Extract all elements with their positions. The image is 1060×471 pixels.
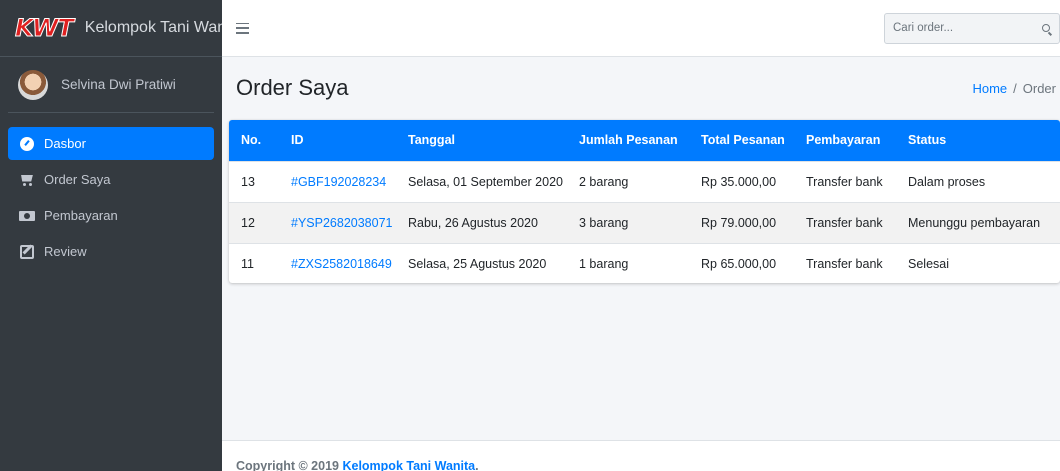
- sidebar-item-label: Review: [44, 244, 87, 259]
- orders-card: No. ID Tanggal Jumlah Pesanan Total Pesa…: [229, 120, 1060, 283]
- search-icon: [1042, 24, 1050, 32]
- cell-status: Menunggu pembayaran: [908, 215, 1041, 230]
- search-button[interactable]: [1033, 14, 1059, 43]
- cell-jumlah: 3 barang: [579, 215, 629, 230]
- cell-tanggal: Selasa, 25 Agustus 2020: [408, 256, 547, 271]
- cell-id: #ZXS2582018649: [279, 243, 396, 283]
- cell-jumlah: 1 barang: [579, 256, 629, 271]
- brand-logo: KWT: [15, 14, 75, 43]
- cell-pembayaran: Transfer bank: [806, 215, 883, 230]
- cell-total: Rp 35.000,00: [701, 174, 777, 189]
- cell-pembayaran: Transfer bank: [806, 174, 883, 189]
- cell-no: 11: [241, 256, 254, 271]
- cell-no: 12: [241, 215, 255, 230]
- breadcrumb-home-link[interactable]: Home: [972, 81, 1007, 96]
- table-header-row: No. ID Tanggal Jumlah Pesanan Total Pesa…: [229, 120, 1060, 161]
- search-input[interactable]: [885, 22, 1033, 34]
- sidebar: KWT Kelompok Tani Wanita Selvina Dwi Pra…: [0, 0, 222, 471]
- orders-table: No. ID Tanggal Jumlah Pesanan Total Pesa…: [229, 120, 1060, 283]
- order-id-link[interactable]: #YSP2682038071: [291, 216, 392, 230]
- column-header-no: No.: [241, 133, 262, 148]
- footer-link[interactable]: Kelompok Tani Wanita: [342, 459, 475, 471]
- sidebar-item-label: Dasbor: [44, 136, 86, 151]
- brand-link[interactable]: KWT Kelompok Tani Wanita: [0, 0, 222, 57]
- cell-total: Rp 65.000,00: [701, 256, 777, 271]
- cell-pembayaran: Transfer bank: [806, 256, 883, 271]
- dashboard-icon: [18, 136, 36, 151]
- column-header-tanggal: Tanggal: [408, 133, 455, 148]
- search-box: [884, 12, 1060, 44]
- column-header-id: ID: [291, 133, 304, 148]
- breadcrumb: Home / Order: [972, 81, 1056, 96]
- footer-copyright: Copyright © 2019: [236, 459, 343, 471]
- order-id-link[interactable]: #ZXS2582018649: [291, 257, 392, 271]
- money-bill-icon: [18, 210, 36, 221]
- edit-icon: [18, 244, 36, 259]
- cell-jumlah: 2 barang: [579, 174, 629, 189]
- cell-tanggal: Selasa, 01 September 2020: [408, 174, 563, 189]
- sidebar-item-review[interactable]: Review: [8, 235, 214, 268]
- sidebar-item-label: Pembayaran: [44, 208, 118, 223]
- cell-id: #GBF192028234: [279, 161, 396, 202]
- cell-tanggal: Rabu, 26 Agustus 2020: [408, 215, 538, 230]
- table-row: 13 #GBF192028234 Selasa, 01 September 20…: [229, 161, 1060, 202]
- sidebar-item-label: Order Saya: [44, 172, 111, 187]
- breadcrumb-current: Order: [1022, 80, 1056, 96]
- column-header-status: Status: [908, 133, 947, 148]
- cell-total: Rp 79.000,00: [701, 215, 777, 230]
- top-navbar: [222, 0, 1060, 57]
- user-panel[interactable]: Selvina Dwi Pratiwi: [8, 57, 214, 113]
- cell-status: Dalam proses: [908, 174, 986, 189]
- brand-name: Kelompok Tani Wanita: [84, 19, 222, 36]
- sidebar-nav: Dasbor Order Saya Pembayaran Review: [0, 127, 222, 268]
- page-title: Order Saya: [236, 75, 349, 100]
- cell-status: Selesai: [908, 256, 949, 271]
- table-row: 12 #YSP2682038071 Rabu, 26 Agustus 2020 …: [229, 202, 1060, 243]
- column-header-pembayaran: Pembayaran: [806, 133, 881, 148]
- breadcrumb-separator: /: [1013, 80, 1017, 96]
- cell-id: #YSP2682038071: [279, 202, 396, 243]
- footer: Copyright © 2019 Kelompok Tani Wanita.: [222, 440, 1060, 471]
- sidebar-item-pembayaran[interactable]: Pembayaran: [8, 199, 214, 232]
- user-name: Selvina Dwi Pratiwi: [61, 77, 176, 92]
- order-id-link[interactable]: #GBF192028234: [291, 175, 386, 189]
- sidebar-item-order-saya[interactable]: Order Saya: [8, 163, 214, 196]
- cell-no: 13: [241, 174, 255, 189]
- cart-icon: [18, 174, 36, 186]
- footer-suffix: .: [475, 459, 479, 471]
- sidebar-item-dasbor[interactable]: Dasbor: [8, 127, 214, 160]
- column-header-jumlah: Jumlah Pesanan: [579, 133, 678, 148]
- table-row: 11 #ZXS2582018649 Selasa, 25 Agustus 202…: [229, 243, 1060, 283]
- content-header: Order Saya Home / Order: [222, 57, 1060, 119]
- avatar: [18, 69, 48, 100]
- column-header-total: Total Pesanan: [701, 133, 785, 148]
- menu-toggle-icon[interactable]: [236, 22, 249, 34]
